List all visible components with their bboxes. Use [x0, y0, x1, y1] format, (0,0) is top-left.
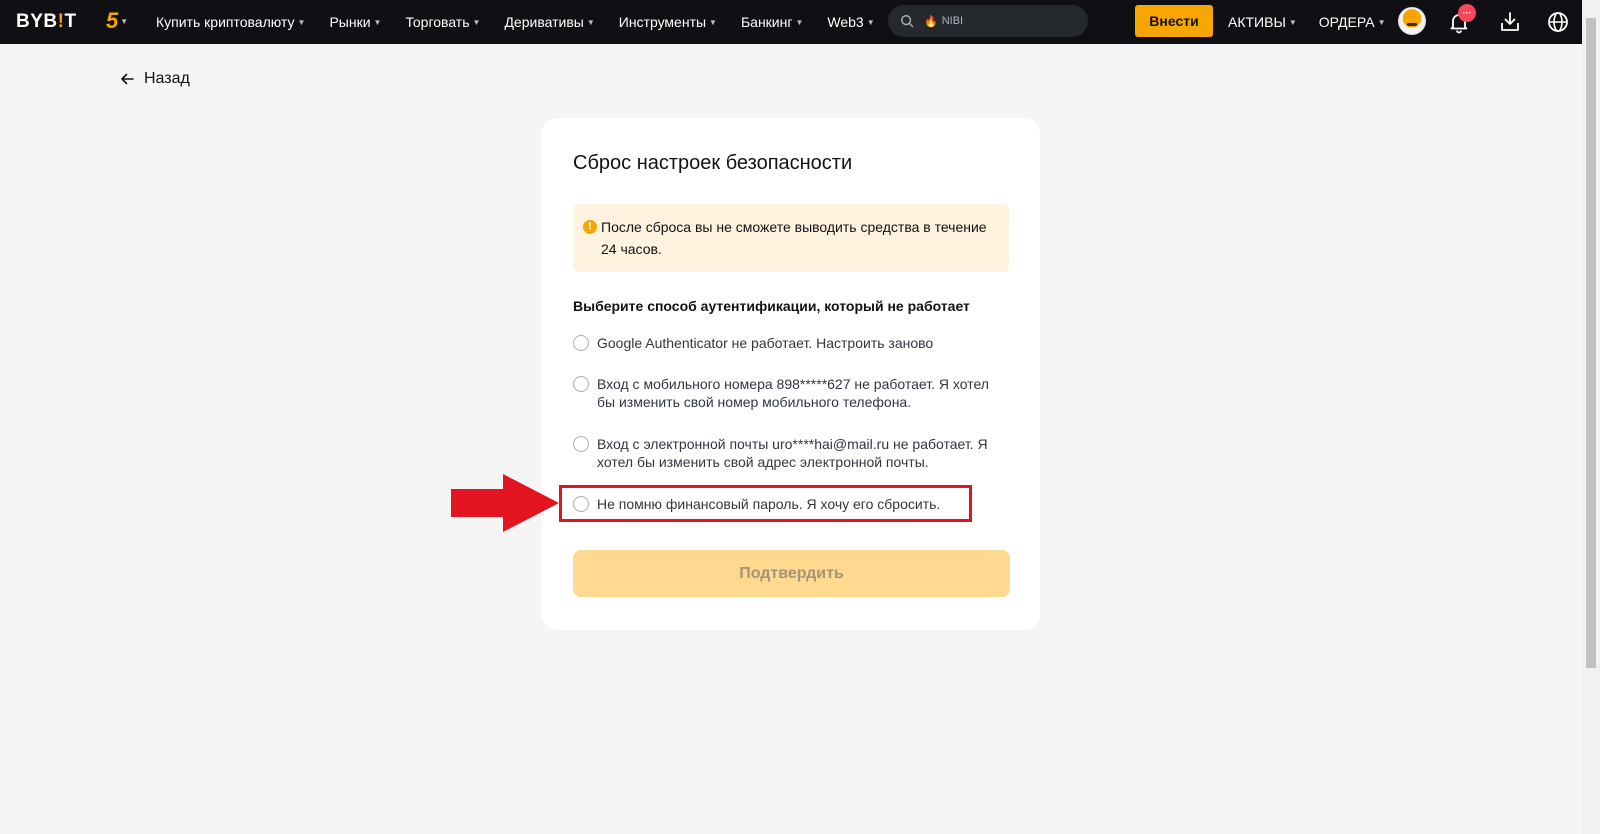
auth-method-question: Выберите способ аутентификации, который …	[573, 298, 970, 314]
nav-label: Web3	[827, 14, 864, 30]
warning-banner: ! После сброса вы не сможете выводить ср…	[573, 204, 1009, 272]
nav-label: Купить криптовалюту	[156, 14, 295, 30]
nav-buy-crypto[interactable]: Купить криптовалюту ▼	[156, 14, 305, 30]
avatar[interactable]	[1398, 7, 1426, 35]
caret-down-icon: ▼	[297, 17, 306, 27]
anniversary-menu[interactable]: 5 ▼	[106, 8, 132, 34]
option-label: Вход с электронной почты uro****hai@mail…	[597, 436, 988, 470]
search-icon	[901, 15, 914, 28]
search-bar[interactable]: 🔥	[888, 5, 1088, 37]
arrow-left-icon	[121, 73, 134, 85]
warning-text: После сброса вы не сможете выводить сред…	[601, 219, 987, 257]
radio-button[interactable]	[573, 376, 589, 392]
caret-down-icon: ▼	[120, 16, 129, 26]
annotation-highlight-box	[559, 485, 972, 522]
nav-tools[interactable]: Инструменты ▼	[619, 14, 717, 30]
main-nav: Купить криптовалюту ▼ Рынки ▼ Торговать ▼ Д…	[156, 0, 899, 44]
back-link[interactable]: Назад	[120, 70, 190, 88]
exclamation-circle-icon: !	[583, 220, 597, 234]
red-arrow-icon	[451, 474, 559, 532]
nav-derivatives[interactable]: Деривативы ▼	[504, 14, 594, 30]
nav-markets[interactable]: Рынки ▼	[329, 14, 381, 30]
caret-down-icon: ▼	[586, 17, 595, 27]
nav-trade[interactable]: Торговать ▼	[405, 14, 480, 30]
nav-label: Банкинг	[740, 14, 793, 30]
account-nav: АКТИВЫ ▼ ОРДЕРА ▼	[1228, 0, 1408, 44]
caret-down-icon: ▼	[1377, 17, 1386, 27]
search-input[interactable]	[941, 15, 1062, 27]
download-icon[interactable]	[1498, 10, 1522, 34]
caret-down-icon: ▼	[795, 17, 804, 27]
nav-label: Инструменты	[618, 14, 707, 30]
logo-prefix: BYB	[16, 11, 58, 32]
globe-icon[interactable]	[1546, 10, 1570, 34]
confirm-button[interactable]: Подтвердить	[573, 550, 1010, 597]
nav-label: АКТИВЫ	[1228, 14, 1286, 30]
option-mobile-number[interactable]: Вход с мобильного номера 898*****627 не …	[573, 375, 1009, 411]
nav-label: ОРДЕРА	[1318, 14, 1375, 30]
reset-security-card: Сброс настроек безопасности ! После сбро…	[541, 118, 1040, 630]
deposit-button[interactable]: Внести	[1135, 5, 1213, 37]
option-google-authenticator[interactable]: Google Authenticator не работает. Настро…	[573, 334, 1009, 352]
nav-banking[interactable]: Банкинг ▼	[741, 14, 803, 30]
anniversary-badge: 5	[106, 8, 119, 33]
logo-suffix: T	[64, 11, 77, 32]
caret-down-icon: ▼	[866, 17, 875, 27]
nav-orders[interactable]: ОРДЕРА ▼	[1319, 14, 1386, 30]
radio-button[interactable]	[573, 436, 589, 452]
option-label: Google Authenticator не работает. Настро…	[597, 335, 934, 351]
caret-down-icon: ▼	[709, 17, 717, 27]
top-navigation-bar: BYB!T 5 ▼ Купить криптовалюту ▼ Рынки ▼ То…	[0, 0, 1600, 44]
back-label: Назад	[144, 70, 190, 87]
nav-web3[interactable]: Web3 ▼	[827, 14, 874, 30]
nav-assets[interactable]: АКТИВЫ ▼	[1228, 14, 1297, 30]
option-label: Вход с мобильного номера 898*****627 не …	[597, 376, 989, 410]
nav-label: Деривативы	[504, 14, 584, 30]
notification-badge: ···	[1458, 4, 1476, 22]
nav-label: Торговать	[405, 14, 470, 30]
caret-down-icon: ▼	[373, 17, 382, 27]
page-title: Сброс настроек безопасности	[573, 152, 853, 174]
option-email[interactable]: Вход с электронной почты uro****hai@mail…	[573, 435, 1009, 471]
bybit-logo[interactable]: BYB!T	[16, 11, 77, 33]
nav-label: Рынки	[329, 14, 371, 30]
caret-down-icon: ▼	[1288, 17, 1297, 27]
fire-icon: 🔥	[924, 15, 938, 28]
caret-down-icon: ▼	[472, 17, 481, 27]
scrollbar-thumb[interactable]	[1586, 18, 1596, 668]
radio-button[interactable]	[573, 335, 589, 351]
